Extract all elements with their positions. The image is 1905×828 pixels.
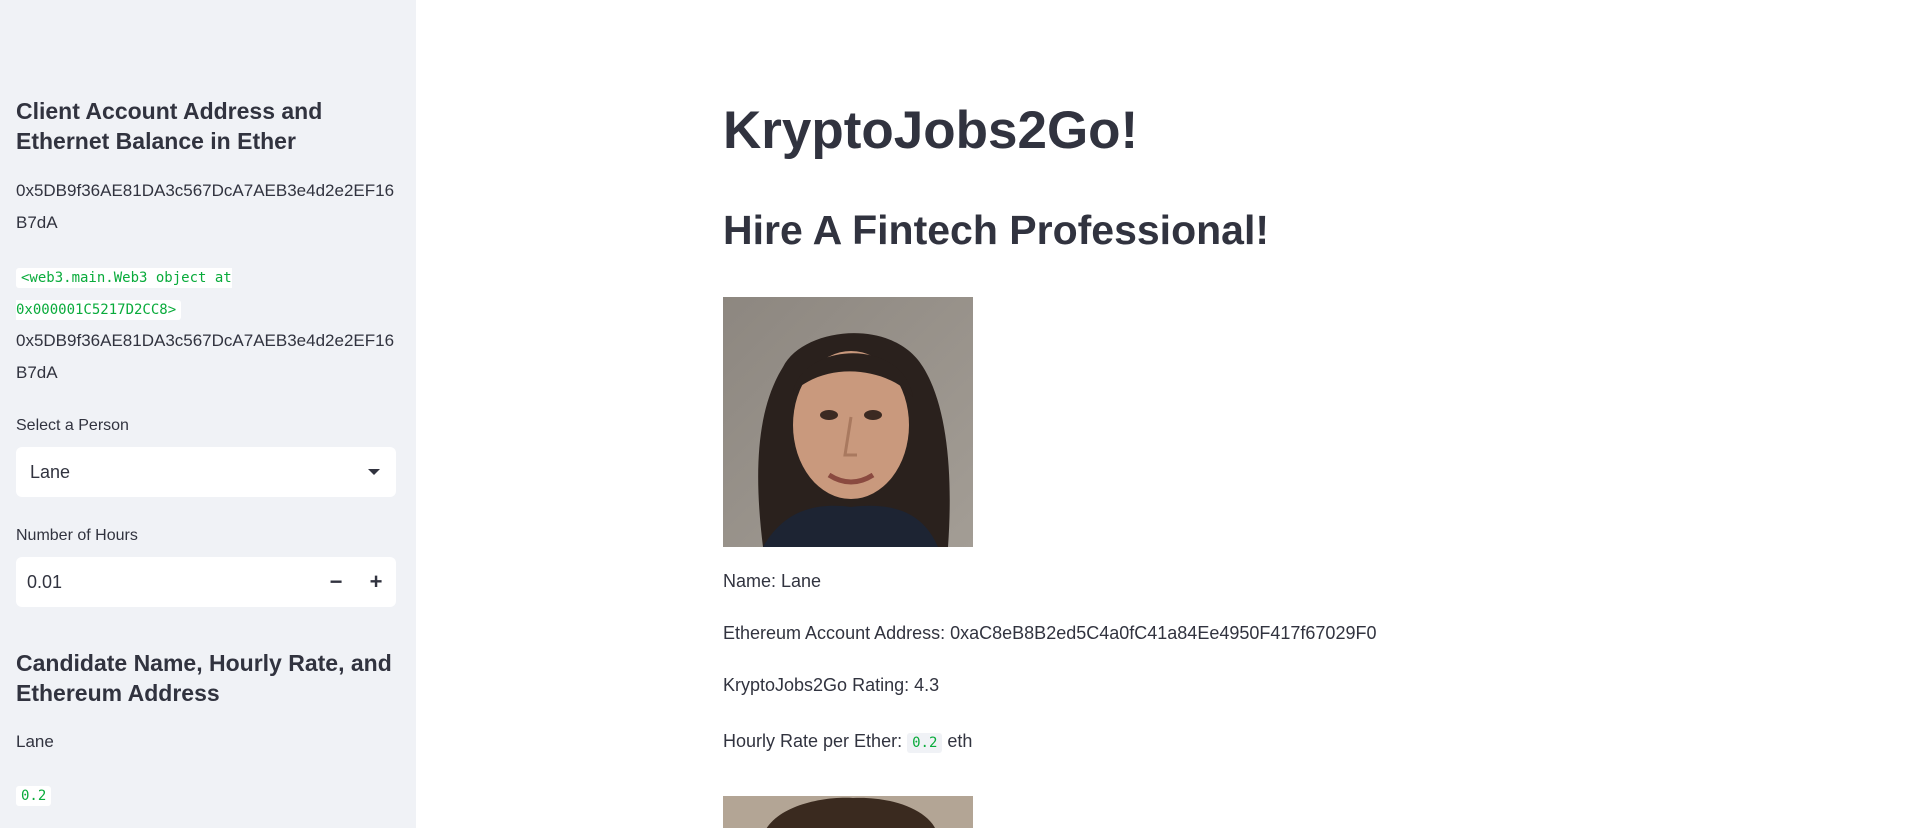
candidate-eth-address-line: Ethereum Account Address: 0xaC8eB8B2ed5C… (723, 623, 1377, 643)
client-address: 0x5DB9f36AE81DA3c567DcA7AEB3e4d2e2EF16B7… (16, 181, 395, 232)
select-person-dropdown[interactable]: Lane (16, 447, 396, 497)
candidate-rate-block: 0.2 (16, 780, 396, 812)
candidate-portrait (723, 297, 973, 547)
candidate-rating-line: KryptoJobs2Go Rating: 4.3 (723, 675, 940, 695)
client-address-2: 0x5DB9f36AE81DA3c567DcA7AEB3e4d2e2EF16B7… (16, 331, 395, 382)
hourly-rate-prefix: Hourly Rate per Ether: (723, 731, 903, 751)
select-person-value: Lane (30, 461, 71, 482)
hourly-rate-value: 0.2 (907, 733, 943, 753)
sidebar: Client Account Address and Ethernet Bala… (0, 0, 416, 828)
hourly-rate-line: Hourly Rate per Ether: 0.2 eth (723, 727, 972, 759)
candidate-name-line: Name: Lane (723, 571, 822, 591)
web3-object-code: <web3.main.Web3 object at 0x000001C5217D… (16, 268, 232, 320)
candidate-heading: Candidate Name, Hourly Rate, and Ethereu… (16, 650, 392, 706)
page-title: KryptoJobs2Go! (723, 101, 1139, 160)
client-account-heading: Client Account Address and Ethernet Bala… (16, 98, 323, 154)
page-subtitle: Hire A Fintech Professional! (723, 207, 1270, 253)
select-person-label: Select a Person (16, 417, 129, 434)
candidate-name: Lane (16, 732, 54, 751)
minus-icon[interactable]: − (316, 557, 356, 607)
main-area: KryptoJobs2Go! Hire A Fintech Profession… (416, 0, 1905, 828)
next-candidate-portrait (723, 796, 973, 828)
plus-icon[interactable]: + (356, 557, 396, 607)
hours-input[interactable]: 0.01 (16, 572, 316, 593)
hourly-rate-suffix: eth (947, 731, 973, 751)
hours-label: Number of Hours (16, 527, 138, 544)
candidate-rate-code: 0.2 (16, 786, 52, 806)
chevron-down-icon (368, 469, 380, 475)
web3-object-block: <web3.main.Web3 object at 0x000001C5217D… (16, 262, 396, 326)
hours-stepper[interactable]: 0.01 − + (16, 557, 396, 607)
